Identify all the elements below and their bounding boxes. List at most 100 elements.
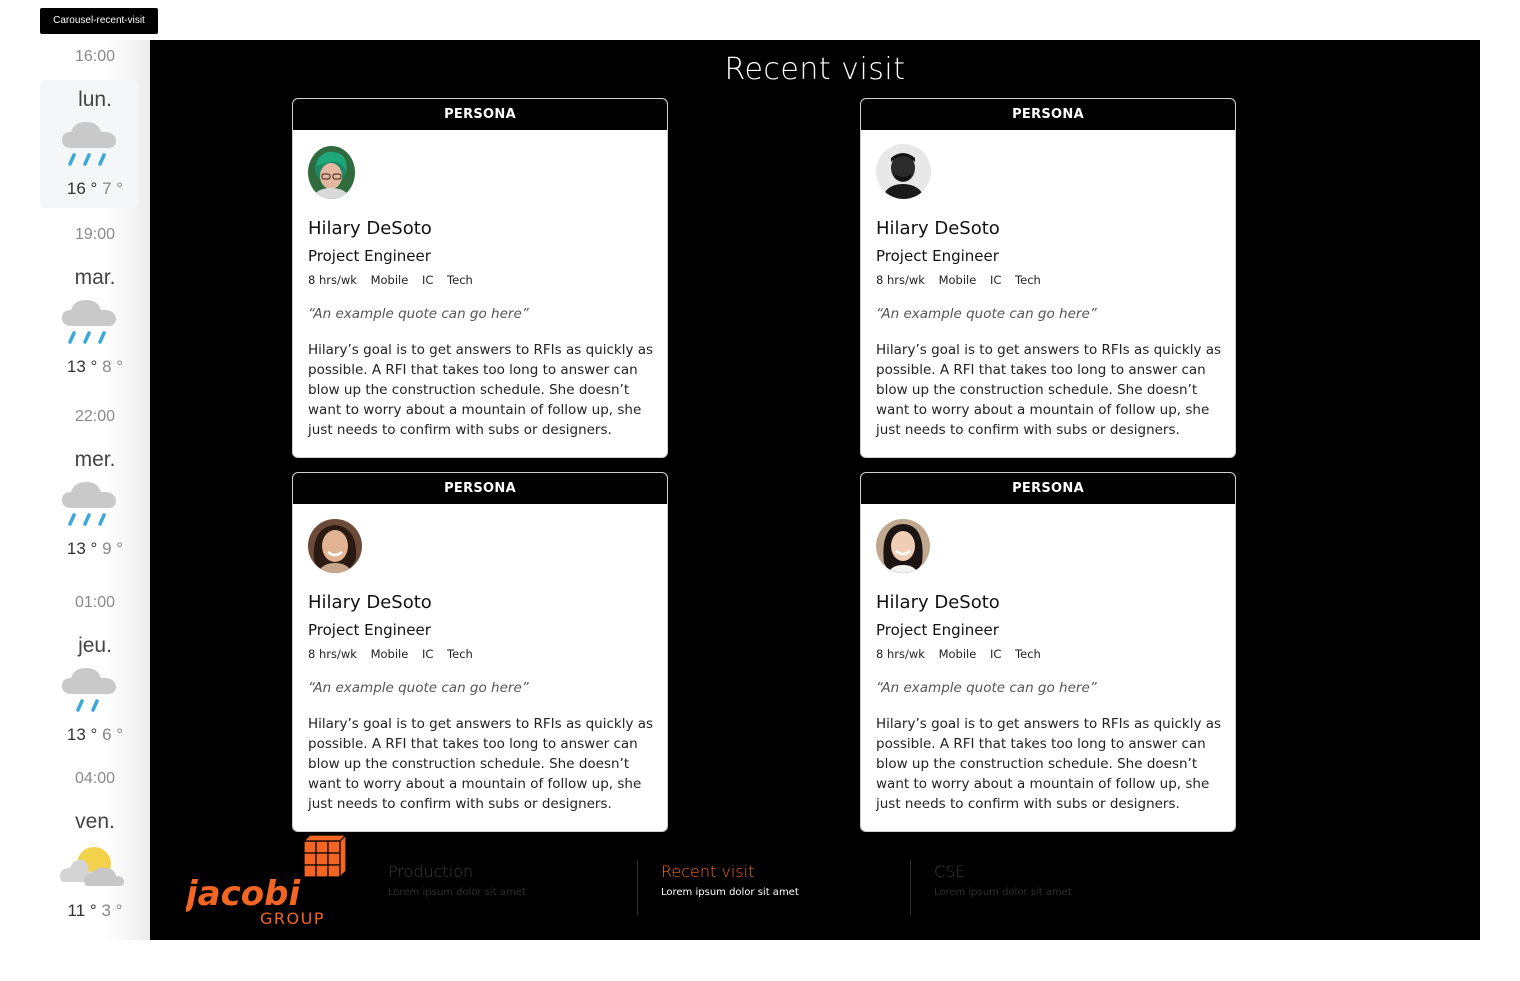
persona-tags: 8 hrs/wk Mobile IC Tech — [308, 647, 483, 661]
weather-day: 19:00 mar. 13 ° 8 ° — [40, 210, 150, 392]
rain-cloud-icon — [62, 482, 116, 526]
avatar — [876, 144, 931, 199]
tag-device: Mobile — [938, 647, 977, 661]
persona-name: Hilary DeSoto — [876, 592, 1000, 613]
persona-card[interactable]: PERSONA Hilary DeSoto Project Engineer 8… — [292, 98, 668, 458]
rain-cloud-icon — [62, 122, 116, 166]
tag-hours: 8 hrs/wk — [876, 647, 925, 661]
tag-area: Tech — [447, 647, 473, 661]
weather-time: 22:00 — [74, 408, 116, 425]
page-title: Recent visit — [724, 52, 906, 87]
persona-quote: “An example quote can go here” — [876, 680, 1097, 696]
nav-divider — [637, 860, 638, 915]
tag-area: Tech — [1015, 647, 1041, 661]
weather-low: 3 ° — [101, 901, 123, 920]
carousel-panel: Recent visit PERSONA Hilary DeSoto Proje… — [150, 40, 1480, 940]
weather-forecast: 16:00 lun. 16 ° 7 ° 19:00 mar. 13 ° 8 ° … — [40, 40, 150, 940]
weather-day-label: mer. — [74, 448, 116, 471]
avatar — [876, 519, 930, 573]
persona-card-header: PERSONA — [861, 99, 1235, 130]
persona-name: Hilary DeSoto — [308, 592, 432, 613]
persona-card[interactable]: PERSONA Hilary DeSoto Project Engineer 8… — [860, 472, 1236, 832]
persona-role: Project Engineer — [308, 621, 431, 639]
tag-device: Mobile — [370, 273, 409, 287]
avatar — [308, 519, 362, 573]
partly-cloudy-icon — [60, 847, 124, 886]
persona-role: Project Engineer — [876, 621, 999, 639]
weather-time: 16:00 — [74, 48, 116, 65]
weather-low: 7 ° — [102, 179, 124, 198]
weather-time: 19:00 — [74, 226, 116, 243]
nav-item-recent-visit[interactable]: Recent visit Lorem ipsum dolor sit amet — [661, 862, 921, 898]
persona-tags: 8 hrs/wk Mobile IC Tech — [308, 273, 483, 287]
nav-label: Recent visit — [661, 862, 755, 881]
persona-card-header: PERSONA — [293, 473, 667, 504]
weather-day-label: lun. — [78, 88, 112, 111]
tag-level: IC — [421, 647, 434, 661]
nav-label: Production — [388, 862, 474, 881]
weather-time: 01:00 — [74, 594, 116, 611]
weather-low: 8 ° — [102, 357, 124, 376]
tag-level: IC — [989, 647, 1002, 661]
tag-hours: 8 hrs/wk — [876, 273, 925, 287]
persona-name: Hilary DeSoto — [876, 218, 1000, 239]
persona-card-header: PERSONA — [293, 99, 667, 130]
nav-sublabel: Lorem ipsum dolor sit amet — [661, 887, 799, 898]
persona-description: Hilary’s goal is to get answers to RFIs … — [876, 342, 1222, 438]
weather-day-label: ven. — [75, 810, 115, 833]
nav-sublabel: Lorem ipsum dolor sit amet — [388, 887, 526, 898]
persona-card-header: PERSONA — [861, 473, 1235, 504]
weather-low: 6 ° — [102, 725, 124, 744]
weather-day: 22:00 mer. 13 ° 9 ° — [40, 392, 150, 576]
persona-quote: “An example quote can go here” — [876, 306, 1097, 322]
weather-temps: 13 ° 6 ° — [40, 725, 150, 745]
weather-low: 9 ° — [102, 539, 124, 558]
rain-cloud-icon — [62, 300, 116, 344]
weather-high: 13 ° — [66, 725, 98, 744]
persona-tags: 8 hrs/wk Mobile IC Tech — [876, 647, 1051, 661]
persona-role: Project Engineer — [308, 247, 431, 265]
persona-description: Hilary’s goal is to get answers to RFIs … — [308, 342, 654, 438]
weather-time: 04:00 — [74, 770, 116, 787]
tag-device: Mobile — [938, 273, 977, 287]
tag-area: Tech — [1015, 273, 1041, 287]
tag-level: IC — [989, 273, 1002, 287]
weather-temps: 13 ° 8 ° — [40, 357, 150, 377]
weather-high: 13 ° — [66, 539, 98, 558]
nav-item-production[interactable]: Production Lorem ipsum dolor sit amet — [388, 862, 648, 898]
weather-day-label: mar. — [74, 266, 116, 289]
tag-hours: 8 hrs/wk — [308, 647, 357, 661]
weather-temps: 13 ° 9 ° — [40, 539, 150, 559]
weather-temps: 11 ° 3 ° — [40, 901, 150, 921]
weather-high: 11 ° — [67, 901, 97, 920]
tag-level: IC — [421, 273, 434, 287]
jacobi-group-logo: jacobi GROUP — [181, 833, 356, 928]
weather-temps: 16 ° 7 ° — [40, 179, 150, 199]
logo-subtitle: GROUP — [260, 909, 325, 927]
persona-name: Hilary DeSoto — [308, 218, 432, 239]
persona-tags: 8 hrs/wk Mobile IC Tech — [876, 273, 1051, 287]
nav-sublabel: Lorem ipsum dolor sit amet — [934, 887, 1072, 898]
tag-area: Tech — [447, 273, 473, 287]
avatar — [308, 146, 355, 199]
nav-divider — [910, 860, 911, 915]
weather-day: 01:00 jeu. 13 ° 6 ° — [40, 576, 150, 754]
light-rain-cloud-icon — [62, 668, 116, 712]
nav-label: CSE — [934, 862, 966, 881]
logo-wordmark: jacobi — [186, 874, 301, 914]
weather-day-label: jeu. — [78, 634, 112, 657]
tag-device: Mobile — [370, 647, 409, 661]
persona-card[interactable]: PERSONA Hilary DeSoto Project Engineer 8… — [292, 472, 668, 832]
nav-item-cse[interactable]: CSE Lorem ipsum dolor sit amet — [934, 862, 1194, 898]
persona-quote: “An example quote can go here” — [308, 306, 529, 322]
weather-day: 16:00 lun. 16 ° 7 ° — [40, 40, 150, 210]
persona-quote: “An example quote can go here” — [308, 680, 529, 696]
weather-high: 13 ° — [66, 357, 98, 376]
persona-card[interactable]: PERSONA Hilary DeSoto Project Engineer 8… — [860, 98, 1236, 458]
weather-high: 16 ° — [66, 179, 98, 198]
tag-hours: 8 hrs/wk — [308, 273, 357, 287]
persona-role: Project Engineer — [876, 247, 999, 265]
persona-description: Hilary’s goal is to get answers to RFIs … — [876, 716, 1222, 812]
weather-day: 04:00 ven. 11 ° 3 ° — [40, 754, 150, 940]
frame-label: Carousel-recent-visit — [40, 8, 158, 34]
